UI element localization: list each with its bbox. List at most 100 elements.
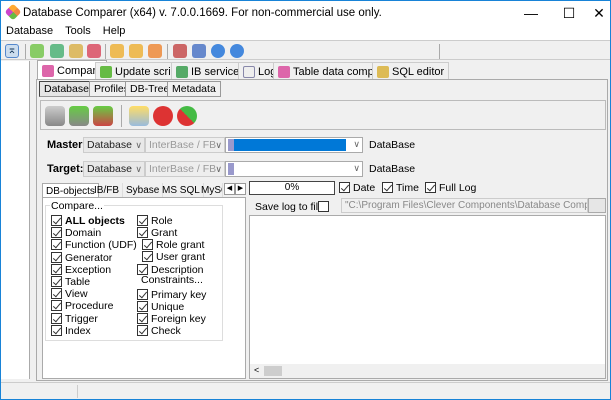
checkbox-icon <box>51 312 62 324</box>
warning-icon[interactable] <box>129 106 149 126</box>
checkbox-label: Description <box>151 264 204 276</box>
chevron-down-icon[interactable]: ∨ <box>353 139 360 150</box>
window-icon[interactable] <box>192 44 206 58</box>
checkbox-table[interactable]: Table <box>51 276 90 288</box>
delete-project-icon[interactable] <box>87 44 101 58</box>
register-database-icon[interactable] <box>45 106 65 126</box>
menu-help[interactable]: Help <box>103 25 126 40</box>
time-checkbox[interactable]: Time <box>382 182 419 194</box>
checkbox-foreign-key[interactable]: Foreign key <box>137 313 206 325</box>
checkbox-role[interactable]: Role <box>137 215 173 227</box>
tab-ibfb[interactable]: IB/FB <box>91 183 124 198</box>
open-project-icon[interactable] <box>50 44 64 58</box>
checkbox-label: Foreign key <box>151 313 206 325</box>
checkbox-primary-key[interactable]: Primary key <box>137 289 206 301</box>
checkbox-icon <box>137 313 148 324</box>
full-log-label: Full Log <box>439 182 477 194</box>
master-engine-value: InterBase / FB <box>149 139 217 151</box>
master-database-field[interactable]: ∨ <box>225 137 363 153</box>
checkbox-label: Role grant <box>156 239 205 251</box>
menu-database[interactable]: Database <box>6 25 53 40</box>
tab-scroll-left-icon[interactable]: ◀ <box>224 183 235 195</box>
checkbox-label: User grant <box>156 251 206 263</box>
log-path-input[interactable]: "C:\Program Files\Clever Components\Data… <box>341 198 588 213</box>
clear-icon[interactable] <box>173 44 187 58</box>
delete-folder-icon[interactable] <box>148 44 162 58</box>
checkbox-generator[interactable]: Generator <box>51 251 112 264</box>
tab-sybase[interactable]: Sybase <box>123 183 164 198</box>
checkbox-label: Procedure <box>65 300 114 313</box>
checkbox-domain[interactable]: Domain <box>51 227 101 239</box>
checkbox-index[interactable]: Index <box>51 324 91 337</box>
database-toolbar <box>40 100 606 130</box>
scrollbar-thumb[interactable] <box>264 366 282 376</box>
checkbox-label: Primary key <box>151 289 207 301</box>
checkbox-all-objects[interactable]: ALL objects <box>51 215 125 227</box>
collapse-icon[interactable]: ⌅ <box>5 44 19 58</box>
checkbox-role-grant[interactable]: Role grant <box>142 239 204 251</box>
checkbox-icon <box>51 263 62 275</box>
checkbox-function-udf[interactable]: Function (UDF) <box>51 239 137 251</box>
tab-mysql[interactable]: MySQ <box>199 183 223 198</box>
close-button[interactable]: ✕ <box>579 1 611 25</box>
checkbox-exception[interactable]: Exception <box>51 263 111 276</box>
new-folder-icon[interactable] <box>110 44 124 58</box>
menu-tools[interactable]: Tools <box>65 25 91 40</box>
checkbox-label: Grant <box>151 227 178 239</box>
info-icon[interactable] <box>211 44 225 58</box>
new-project-icon[interactable] <box>30 44 44 58</box>
swap-database-icon[interactable] <box>93 106 113 126</box>
tab-ms-sql[interactable]: MS SQL <box>159 183 204 198</box>
checkbox-description[interactable]: Description <box>137 264 204 276</box>
target-database-field[interactable]: ∨ <box>225 161 363 177</box>
chevron-down-icon[interactable]: ∨ <box>353 163 360 174</box>
date-label: Date <box>353 182 376 194</box>
checkbox-icon <box>142 239 153 250</box>
checkbox-view[interactable]: View <box>51 288 88 300</box>
checkbox-label: Index <box>65 324 91 337</box>
time-label: Time <box>396 182 419 194</box>
run-icon[interactable] <box>177 106 197 126</box>
target-label: Target: <box>47 163 84 175</box>
script-icon <box>100 65 112 78</box>
minimize-button[interactable]: — <box>511 1 551 25</box>
date-checkbox[interactable]: Date <box>339 182 375 194</box>
browse-button[interactable] <box>588 198 606 213</box>
tab-scroll-right-icon[interactable]: ▶ <box>235 183 246 195</box>
checkbox-icon <box>137 325 148 336</box>
full-log-checkbox[interactable]: Full Log <box>425 182 476 194</box>
connect-database-icon[interactable] <box>69 106 89 126</box>
database-icon <box>228 139 234 151</box>
checkbox-label: Trigger <box>65 312 98 325</box>
log-icon <box>243 65 255 78</box>
checkbox-label: Domain <box>65 227 102 240</box>
help-icon[interactable] <box>230 44 244 58</box>
edit-project-icon[interactable] <box>69 44 83 58</box>
checkbox-label: View <box>65 288 88 301</box>
edit-folder-icon[interactable] <box>129 44 143 58</box>
save-log-checkbox[interactable] <box>318 201 329 212</box>
scroll-left-icon[interactable]: < <box>254 365 259 375</box>
checkbox-grant[interactable]: Grant <box>137 227 177 239</box>
horizontal-scrollbar[interactable]: < <box>250 364 605 378</box>
checkbox-check[interactable]: Check <box>137 325 181 337</box>
checkbox-user-grant[interactable]: User grant <box>142 251 205 263</box>
tab-label: IB services <box>191 65 245 78</box>
checkbox-trigger[interactable]: Trigger <box>51 312 98 325</box>
sql-editor-icon <box>377 65 389 78</box>
checkbox-label: Role <box>151 215 173 227</box>
tree-pane[interactable] <box>1 61 30 379</box>
tab-sql-editor[interactable]: SQL editor <box>372 62 450 80</box>
target-type-select[interactable]: Database ∨ <box>83 161 145 177</box>
checkbox-unique[interactable]: Unique <box>137 301 184 313</box>
checkbox-procedure[interactable]: Procedure <box>51 300 113 312</box>
log-output[interactable]: < <box>249 215 606 379</box>
master-engine-select: InterBase / FB ∨ <box>145 137 225 153</box>
subtab-metadata[interactable]: Metadata <box>167 81 221 97</box>
master-db-label: DataBase <box>369 139 416 151</box>
stop-icon[interactable] <box>153 106 173 126</box>
main-toolbar: ⌅ <box>1 40 610 60</box>
checkbox-icon <box>51 251 62 263</box>
master-type-select[interactable]: Database ∨ <box>83 137 145 153</box>
services-icon <box>176 65 188 78</box>
